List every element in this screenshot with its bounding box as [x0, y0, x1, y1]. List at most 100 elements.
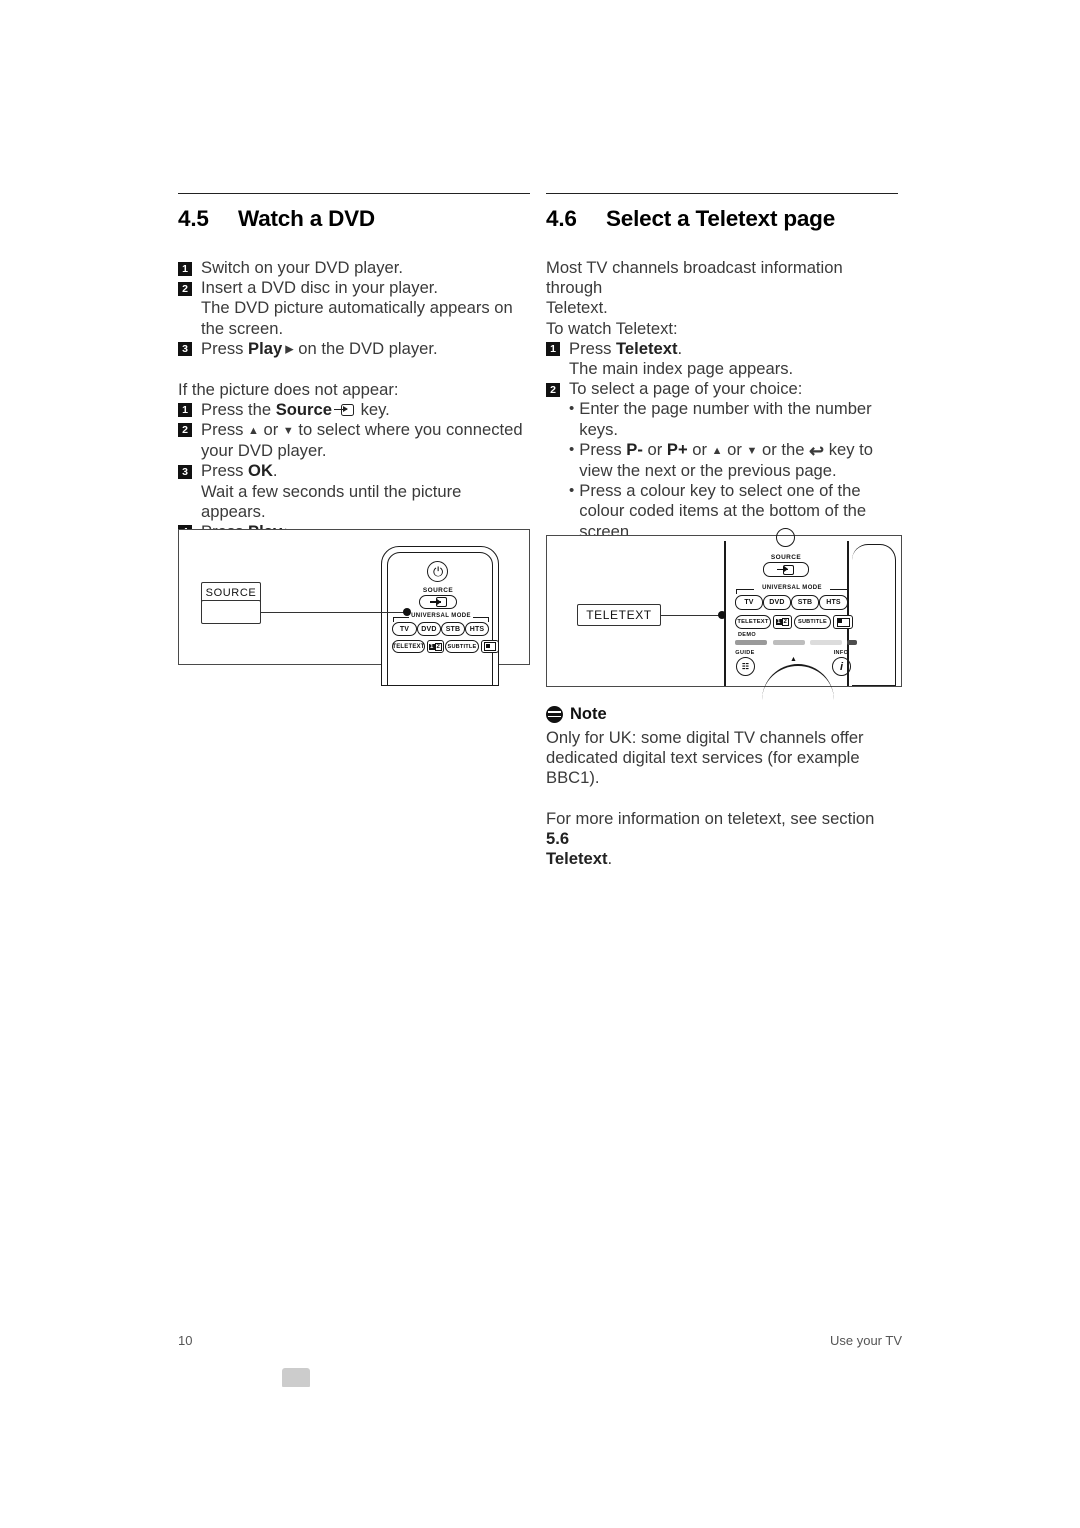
callout-dot — [403, 608, 411, 616]
teletext-key[interactable]: TELETEXT — [735, 615, 771, 629]
power-button[interactable] — [776, 528, 795, 547]
illustration-teletext-key: SOURCE UNIVERSAL MODE TV DVD STB HTS TEL… — [546, 528, 902, 687]
document-page: 4.5 Watch a DVD 1 Switch on your DVD pla… — [0, 0, 1080, 1528]
ok-keyword: OK — [248, 461, 273, 481]
mode-key-hts[interactable]: HTS — [465, 622, 489, 636]
note-line: Only for UK: some digital TV channels of… — [546, 728, 864, 747]
bullet-item: • Enter the page number with the number … — [569, 399, 898, 439]
step-subtext: The DVD picture automatically appears on… — [201, 298, 513, 338]
step-badge: 3 — [178, 342, 192, 357]
callout-teletext-label: TELETEXT — [577, 604, 661, 626]
step-badge: 1 — [178, 261, 192, 276]
step-text: Press Play ▶ on the DVD player. — [201, 339, 530, 360]
step-text-post: key. — [355, 399, 390, 419]
bullet-pre: Press — [579, 439, 627, 459]
section-ref-title: Teletext — [546, 849, 608, 869]
section-title-right: Select a Teletext page — [606, 206, 836, 231]
step-text-pre: Press — [201, 461, 249, 481]
universal-mode-rule — [473, 616, 489, 618]
footer-section-label: Use your TV — [829, 1333, 902, 1348]
source-keyword: Source — [275, 399, 332, 419]
source-icon — [777, 564, 794, 575]
colour-key-blue[interactable] — [847, 640, 857, 645]
mode-key-stb[interactable]: STB — [791, 595, 819, 610]
note-heading: Note — [546, 705, 902, 724]
guide-label: GUIDE — [735, 650, 755, 656]
mode-key-dvd[interactable]: DVD — [763, 595, 791, 610]
step-text: Switch on your DVD player. — [201, 258, 403, 277]
back-arrow-icon: ↩ — [809, 440, 825, 461]
bullet-mid: or — [722, 439, 747, 459]
bullet-dot-icon: • — [569, 482, 575, 500]
step-text: Insert a DVD disc in your player. — [201, 278, 439, 298]
note-more-info-2: Teletext. — [546, 849, 902, 869]
note-title: Note — [570, 705, 607, 723]
subtitle-key[interactable]: SUBTITLE — [794, 615, 831, 629]
section-number-left: 4.5 — [178, 206, 209, 231]
info-button[interactable]: i — [832, 657, 851, 676]
note-more-post: . — [607, 849, 613, 869]
step-item: 2 To select a page of your choice: — [546, 379, 898, 399]
demo-label: DEMO — [737, 632, 757, 638]
step-text: Press the Source key. — [201, 400, 530, 420]
mode-key-stb[interactable]: STB — [441, 622, 465, 636]
mode-key-dvd[interactable]: DVD — [417, 622, 441, 636]
step-item: 3 Press OK. — [178, 461, 530, 481]
bullet-wrap-line: view the next or the previous page. — [579, 461, 837, 481]
step-item: 1 Press the Source key. — [178, 400, 530, 420]
note-body: Only for UK: some digital TV channels of… — [546, 728, 902, 869]
teletext-key[interactable]: TELETEXT — [392, 640, 425, 653]
note-icon — [546, 706, 563, 723]
section-title-left: Watch a DVD — [238, 206, 375, 231]
fallback-intro: If the picture does not appear: — [178, 379, 399, 399]
universal-mode-rule — [830, 588, 848, 590]
bullet-item: • Press a colour key to select one of th… — [569, 481, 898, 542]
arrow-down-icon: ▼ — [282, 424, 294, 437]
illustration-source-key: ⏻ SOURCE UNIVERSAL MODE TV DVD STB HTS T… — [178, 529, 530, 686]
guide-button[interactable]: ☷ — [736, 657, 755, 676]
remote-outline-right — [852, 544, 896, 686]
subtitle-key[interactable]: SUBTITLE — [445, 640, 479, 653]
universal-mode-label: UNIVERSAL MODE — [762, 585, 822, 591]
mode-key-hts[interactable]: HTS — [819, 595, 848, 610]
info-label: INFO — [833, 650, 849, 656]
step-item: 2 Press ▲ or ▼ to select where you conne… — [178, 420, 530, 461]
step-badge: 2 — [546, 382, 560, 397]
format-key[interactable] — [833, 615, 853, 629]
mode-key-tv[interactable]: TV — [735, 595, 763, 610]
dual-screen-icon-2: 2 — [434, 642, 443, 651]
note-line: dedicated digital text services (for exa… — [546, 748, 860, 788]
section-rule-left — [178, 193, 530, 194]
navigation-ring[interactable] — [762, 664, 834, 700]
arrow-up-icon: ▲ — [248, 424, 259, 437]
colour-key-yellow[interactable] — [810, 640, 842, 645]
page-edge-tab — [282, 1368, 310, 1387]
step-text-post: on the DVD player. — [293, 338, 438, 358]
mode-key-tv[interactable]: TV — [392, 622, 417, 636]
step-item: 1 Press Teletext. — [546, 339, 898, 359]
note-more-info: For more information on teletext, see se… — [546, 809, 902, 849]
teletext-keyword: Teletext — [616, 338, 678, 358]
step-text-pre: Press the — [201, 399, 276, 419]
universal-mode-label: UNIVERSAL MODE — [411, 613, 471, 619]
universal-mode-rule — [736, 588, 754, 590]
callout-dot — [718, 611, 726, 619]
colour-key-green[interactable] — [773, 640, 805, 645]
bullet-dot-icon: • — [569, 400, 575, 418]
dual-screen-key[interactable]: 12 — [427, 640, 444, 653]
step-text-post: . — [272, 461, 278, 481]
bullet-dot-icon: • — [569, 440, 575, 458]
format-key[interactable] — [481, 640, 499, 653]
step-text-pre: Press — [201, 419, 249, 439]
arrow-up-icon: ▲ — [711, 444, 723, 457]
universal-mode-tick — [393, 616, 395, 622]
bullet-mid: or — [687, 439, 712, 459]
universal-mode-rule — [393, 616, 409, 618]
play-keyword: Play — [248, 338, 283, 358]
step-text: Press ▲ or ▼ to select where you connect… — [201, 420, 530, 461]
colour-key-red[interactable] — [735, 640, 767, 645]
step-subtext: The main index page appears. — [569, 359, 794, 379]
dual-screen-key[interactable]: 12 — [773, 615, 792, 629]
source-key-icon — [333, 403, 354, 416]
